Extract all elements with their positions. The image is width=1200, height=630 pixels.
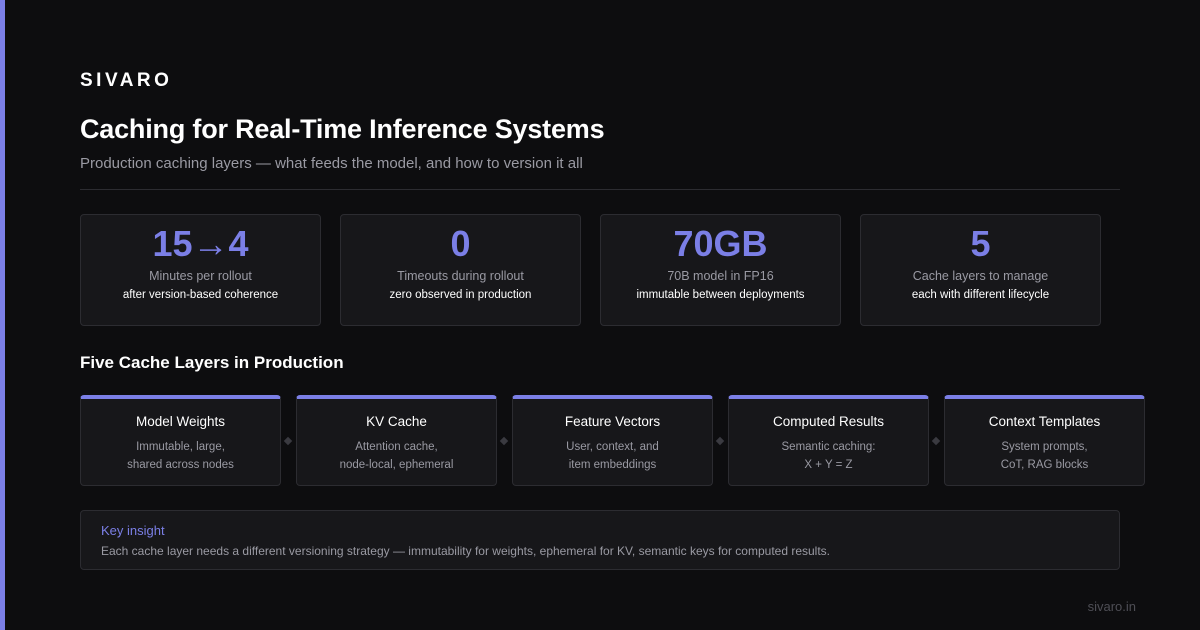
- stat-value: 15→4: [152, 223, 249, 264]
- layer-name: Model Weights: [135, 414, 226, 429]
- page-title: Caching for Real-Time Inference Systems: [80, 114, 605, 144]
- layer-description-line: Semantic caching:: [781, 441, 876, 453]
- stat-card-rollout-time: 15→4 Minutes per rollout after version-b…: [80, 214, 321, 326]
- layer-card-model-weights: Model Weights Immutable, large, shared a…: [80, 395, 281, 486]
- stat-card-timeouts: 0 Timeouts during rollout zero observed …: [340, 214, 581, 326]
- layer-card-kv-cache: KV Cache Attention cache, node-local, ep…: [296, 395, 497, 486]
- stat-card-cache-layers: 5 Cache layers to manage each with diffe…: [860, 214, 1101, 326]
- stat-label: Cache layers to manage: [912, 269, 1049, 283]
- layer-description-line: User, context, and: [566, 441, 659, 453]
- layer-description-line: CoT, RAG blocks: [1000, 459, 1089, 471]
- stat-sublabel: each with different lifecycle: [911, 289, 1050, 301]
- stat-sublabel: immutable between deployments: [636, 289, 805, 301]
- stat-value: 0: [450, 223, 471, 264]
- connector-arrow: [283, 436, 293, 446]
- connector-arrow: [499, 436, 509, 446]
- insight-heading: Key insight: [101, 523, 165, 538]
- layer-card-context-templates: Context Templates System prompts, CoT, R…: [944, 395, 1145, 486]
- layer-description: Attention cache, node-local, ephemeral: [307, 438, 486, 474]
- stat-label: 70B model in FP16: [667, 269, 774, 283]
- layer-description: Semantic caching: X + Y = Z: [739, 438, 918, 474]
- layer-card-computed-results: Computed Results Semantic caching: X + Y…: [728, 395, 929, 486]
- stat-sublabel: after version-based coherence: [122, 289, 279, 301]
- accent-bar: [0, 0, 5, 630]
- layer-description: Immutable, large, shared across nodes: [91, 438, 270, 474]
- layer-description: User, context, and item embeddings: [523, 438, 702, 474]
- footer-url: sivaro.in: [1087, 599, 1136, 614]
- layer-name: Context Templates: [988, 414, 1101, 429]
- stat-value: 5: [970, 223, 991, 264]
- layer-name: KV Cache: [366, 414, 427, 429]
- layer-description-line: System prompts,: [1001, 441, 1088, 453]
- layer-description-line: node-local, ephemeral: [339, 459, 454, 471]
- stat-label: Timeouts during rollout: [397, 269, 524, 283]
- cache-layers-row: Model Weights Immutable, large, shared a…: [80, 395, 1145, 486]
- layer-description-line: Attention cache,: [355, 441, 438, 453]
- layer-description: System prompts, CoT, RAG blocks: [955, 438, 1134, 474]
- connector-arrow: [715, 436, 725, 446]
- stat-card-model-size: 70GB 70B model in FP16 immutable between…: [600, 214, 841, 326]
- stat-value: 70GB: [673, 223, 768, 264]
- header-divider: [80, 189, 1120, 190]
- layer-name: Computed Results: [772, 414, 885, 429]
- brand-logo: SIVARO: [80, 70, 173, 91]
- layer-description-line: X + Y = Z: [804, 459, 853, 471]
- stats-row: 15→4 Minutes per rollout after version-b…: [80, 214, 1101, 326]
- layer-description-line: Immutable, large,: [136, 441, 225, 453]
- layer-name: Feature Vectors: [564, 414, 661, 429]
- insight-text: Each cache layer needs a different versi…: [101, 544, 831, 558]
- layer-description-line: shared across nodes: [127, 459, 234, 471]
- page-subtitle: Production caching layers — what feeds t…: [80, 155, 583, 172]
- stat-label: Minutes per rollout: [149, 269, 252, 283]
- key-insight-callout: Key insight Each cache layer needs a dif…: [80, 510, 1120, 570]
- connector-arrow: [931, 436, 941, 446]
- layer-card-feature-vectors: Feature Vectors User, context, and item …: [512, 395, 713, 486]
- stat-sublabel: zero observed in production: [389, 289, 532, 301]
- section-heading: Five Cache Layers in Production: [80, 353, 344, 372]
- layer-description-line: item embeddings: [568, 459, 657, 471]
